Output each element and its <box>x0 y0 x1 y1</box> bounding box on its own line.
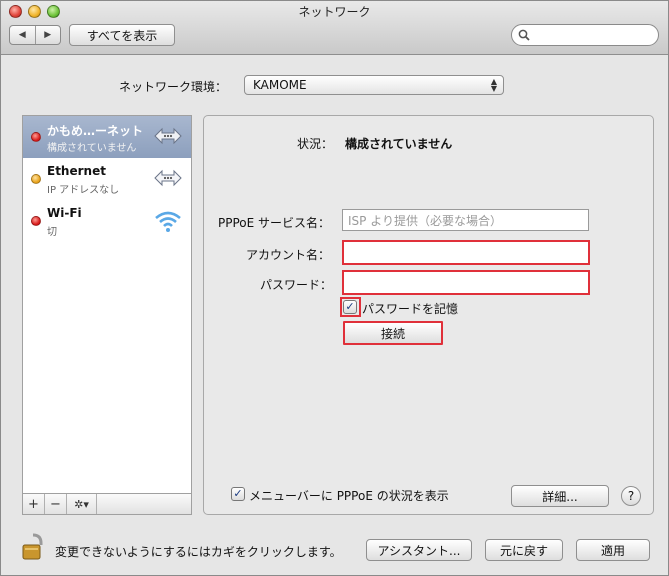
help-button[interactable]: ? <box>621 486 641 506</box>
forward-icon[interactable]: ▶ <box>34 26 61 44</box>
service-item-wifi[interactable]: Wi-Fi 切 <box>23 200 191 242</box>
password-field[interactable] <box>342 270 590 295</box>
account-name-field[interactable] <box>342 240 590 265</box>
status-value: 構成されていません <box>345 137 453 151</box>
service-list: かもめ…ーネット 構成されていません Ethernet IP アドレスなし Wi… <box>22 115 192 515</box>
back-icon[interactable]: ◀ <box>10 26 35 44</box>
service-name: Ethernet <box>47 164 106 178</box>
ethernet-arrows-icon <box>154 127 182 145</box>
wifi-icon <box>155 211 181 232</box>
status-dot-icon <box>31 174 41 184</box>
pppoe-service-placeholder: ISP より提供（必要な場合） <box>348 213 502 228</box>
service-status: IP アドレスなし <box>47 185 120 196</box>
add-service-button[interactable]: + <box>23 494 45 514</box>
gear-icon[interactable]: ✲▾ <box>67 494 97 514</box>
title-bar: ネットワーク ◀ ▶ すべてを表示 <box>1 1 668 55</box>
search-field[interactable] <box>511 24 659 46</box>
show-all-button[interactable]: すべてを表示 <box>69 24 175 46</box>
service-status: 切 <box>47 227 57 238</box>
revert-button[interactable]: 元に戻す <box>485 539 563 561</box>
service-item-kamome[interactable]: かもめ…ーネット 構成されていません <box>23 116 191 158</box>
network-preferences-window: ネットワーク ◀ ▶ すべてを表示 ネットワーク環境： KAMOME ▲ ▼ かも… <box>0 0 669 576</box>
pppoe-service-label: PPPoE サービス名： <box>218 216 331 230</box>
remember-password-checkbox[interactable]: ✓ <box>343 300 357 314</box>
history-navigation: ◀ ▶ <box>9 25 61 45</box>
status-dot-icon <box>31 132 41 142</box>
service-status: 構成されていません <box>47 143 137 154</box>
remove-service-button[interactable]: − <box>45 494 67 514</box>
assistant-button[interactable]: アシスタント... <box>366 539 472 561</box>
pppoe-service-field[interactable]: ISP より提供（必要な場合） <box>342 209 589 231</box>
remember-password-label: パスワードを記憶 <box>362 302 459 316</box>
service-list-toolbar: + − ✲▾ <box>22 493 192 515</box>
show-in-menubar-checkbox[interactable]: ✓ <box>231 487 245 501</box>
search-icon <box>518 29 530 41</box>
location-label: ネットワーク環境： <box>119 80 228 94</box>
location-popup[interactable]: KAMOME ▲ ▼ <box>244 75 504 95</box>
status-label: 状況： <box>297 137 334 151</box>
lock-message: 変更できないようにするにはカギをクリックします。 <box>55 545 342 559</box>
connect-button[interactable]: 接続 <box>343 321 443 345</box>
apply-button[interactable]: 適用 <box>576 539 650 561</box>
service-name: Wi-Fi <box>47 206 82 220</box>
location-value: KAMOME <box>253 78 307 92</box>
service-name: かもめ…ーネット <box>47 124 144 138</box>
password-label: パスワード： <box>260 278 333 292</box>
status-dot-icon <box>31 216 41 226</box>
account-label: アカウント名： <box>246 248 331 262</box>
lock-icon[interactable] <box>21 531 45 561</box>
window-title: ネットワーク <box>298 5 371 19</box>
popup-arrows-icon: ▲ ▼ <box>490 77 497 93</box>
ethernet-arrows-icon <box>154 169 182 187</box>
show-in-menubar-label: メニューバーに PPPoE の状況を表示 <box>249 489 449 503</box>
advanced-button[interactable]: 詳細... <box>511 485 609 507</box>
service-item-ethernet[interactable]: Ethernet IP アドレスなし <box>23 158 191 200</box>
